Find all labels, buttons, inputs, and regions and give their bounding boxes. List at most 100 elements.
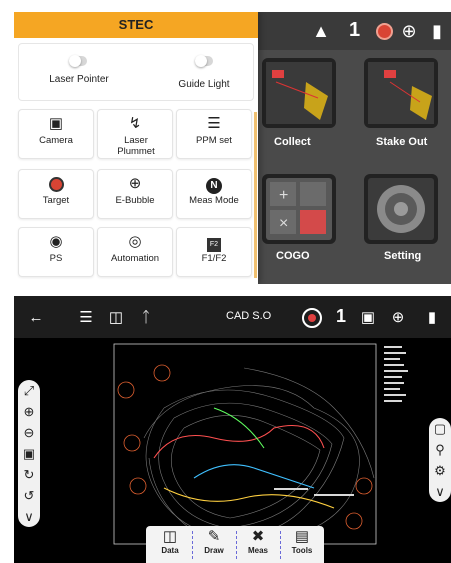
e-bubble-label: E-Bubble bbox=[115, 195, 155, 206]
meas-mode-icon: N bbox=[177, 175, 251, 194]
ppm-set-label: PPM set bbox=[196, 135, 232, 146]
target-icon bbox=[19, 175, 93, 193]
guide-light-label: Guide Light bbox=[178, 79, 230, 90]
toggle-row: Laser Pointer Guide Light bbox=[18, 43, 254, 101]
ps-button[interactable]: ◉ PS bbox=[18, 227, 94, 277]
callout-circles bbox=[117, 364, 373, 530]
stake-out-label: Stake Out bbox=[376, 136, 428, 148]
divider bbox=[236, 531, 237, 559]
automation-icon: ◎ bbox=[128, 233, 142, 250]
target-button[interactable]: Target bbox=[18, 169, 94, 219]
gear-icon bbox=[377, 185, 425, 233]
rotate-icon[interactable]: ↻ bbox=[18, 464, 40, 485]
draw-button[interactable]: ✎ Draw bbox=[194, 526, 234, 563]
instrument-icon[interactable]: ▣ bbox=[358, 308, 378, 328]
laser-plummet-button[interactable]: ↯ Laser Plummet bbox=[97, 109, 173, 159]
automation-label: Automation bbox=[110, 253, 160, 264]
draw-icon: ✎ bbox=[207, 528, 221, 545]
instrument-icon[interactable]: ▲ bbox=[310, 20, 332, 42]
svg-text:×: × bbox=[279, 215, 288, 232]
camera-icon: ▣ bbox=[48, 115, 64, 132]
calculator-icon: + × bbox=[270, 182, 326, 234]
point-count: 1 bbox=[336, 306, 347, 326]
svg-text:+: + bbox=[279, 187, 288, 204]
database-icon[interactable]: ◫ bbox=[106, 308, 126, 328]
meas-button[interactable]: ✖ Meas bbox=[238, 526, 278, 563]
automation-button[interactable]: ◎ Automation bbox=[97, 227, 173, 277]
zoom-out-icon[interactable]: ⊖ bbox=[18, 422, 40, 443]
face-switch-icon: F2 bbox=[177, 233, 251, 252]
status-bar: ← ☰ ◫ ᛏ CAD S.O 1 ▣ ⊕ ▮ bbox=[14, 296, 451, 338]
database-icon: ◫ bbox=[162, 528, 178, 545]
drawing-border bbox=[113, 343, 377, 545]
ps-label: PS bbox=[49, 253, 63, 264]
divider bbox=[280, 531, 281, 559]
collect-label: Collect bbox=[274, 136, 311, 148]
guide-light-toggle[interactable] bbox=[195, 55, 213, 67]
bottom-toolbar: ◫ Data ✎ Draw ✖ Meas ▤ Tools bbox=[146, 526, 324, 563]
zoom-in-icon[interactable]: ⊕ bbox=[18, 401, 40, 422]
top-screen: ▲ 1 ⊕ ▮ Collect Stake Out + × COGO Setti… bbox=[14, 12, 451, 284]
zoom-window-icon[interactable]: ▣ bbox=[18, 443, 40, 464]
camera-button[interactable]: ▣ Camera bbox=[18, 109, 94, 159]
sliders-icon: ☰ bbox=[207, 115, 221, 132]
tools-button[interactable]: ▤ Tools bbox=[282, 526, 322, 563]
data-button[interactable]: ◫ Data bbox=[150, 526, 190, 563]
target-label: Target bbox=[42, 195, 70, 206]
stec-panel: STEC Laser Pointer Guide Light ▣ Camera … bbox=[14, 12, 258, 284]
e-bubble-button[interactable]: ⊕ E-Bubble bbox=[97, 169, 173, 219]
setting-label: Setting bbox=[384, 250, 422, 262]
panel-title: STEC bbox=[14, 12, 258, 38]
tools-label: Tools bbox=[291, 546, 313, 555]
setting-tile[interactable] bbox=[364, 174, 438, 244]
compass-icon[interactable]: ⊕ bbox=[398, 20, 420, 42]
draw-label: Draw bbox=[204, 546, 224, 555]
stake-out-icon bbox=[368, 62, 434, 124]
crosshair-icon: ⊕ bbox=[128, 175, 142, 192]
battery-icon: ▮ bbox=[432, 21, 442, 41]
left-toolbar: ⤢ ⊕ ⊖ ▣ ↻ ↺ ∨ bbox=[18, 380, 40, 527]
road-lines bbox=[153, 407, 335, 509]
f1-f2-label: F1/F2 bbox=[201, 253, 227, 264]
collapse-icon[interactable]: ∨ bbox=[18, 506, 40, 527]
right-toolbar: ▢ ⚲ ⚙ ∨ bbox=[429, 418, 451, 502]
target-icon[interactable] bbox=[376, 23, 393, 40]
collapse-icon[interactable]: ∨ bbox=[429, 481, 451, 502]
cogo-label: COGO bbox=[276, 250, 310, 262]
scrollbar[interactable] bbox=[254, 112, 257, 278]
screen-title: CAD S.O bbox=[226, 310, 272, 322]
settings-icon[interactable]: ⚙ bbox=[429, 460, 451, 481]
laser-plummet-label: Laser Plummet bbox=[117, 135, 155, 157]
meas-label: Meas bbox=[247, 546, 268, 555]
bluetooth-icon[interactable]: ᛏ bbox=[136, 308, 156, 328]
laser-pointer-label: Laser Pointer bbox=[49, 74, 109, 85]
compass-icon[interactable]: ⊕ bbox=[388, 308, 408, 328]
camera-label: Camera bbox=[39, 135, 73, 146]
layer-list-icon[interactable]: ☰ bbox=[76, 308, 96, 328]
laser-plummet-icon: ↯ bbox=[128, 115, 142, 132]
f1-f2-button[interactable]: F2 F1/F2 bbox=[176, 227, 252, 277]
back-arrow-icon[interactable]: ← bbox=[26, 308, 46, 328]
select-icon[interactable]: ▢ bbox=[429, 418, 451, 439]
collect-icon bbox=[266, 62, 332, 124]
cogo-tile[interactable]: + × bbox=[262, 174, 336, 244]
zoom-extents-icon[interactable]: ⤢ bbox=[18, 380, 40, 401]
target-icon[interactable] bbox=[302, 308, 322, 328]
contour-lines bbox=[143, 367, 375, 539]
location-icon[interactable]: ⚲ bbox=[429, 439, 451, 460]
bottom-screen: ← ☰ ◫ ᛏ CAD S.O 1 ▣ ⊕ ▮ ⤢ ⊕ ⊖ ▣ ↻ ↺ ∨ ▢ … bbox=[14, 296, 451, 563]
point-count: 1 bbox=[349, 19, 361, 41]
binoculars-icon: ◉ bbox=[49, 233, 63, 250]
meas-mode-label: Meas Mode bbox=[189, 195, 239, 206]
meas-mode-button[interactable]: N Meas Mode bbox=[176, 169, 252, 219]
collect-tile[interactable] bbox=[262, 58, 336, 128]
stake-out-tile[interactable] bbox=[364, 58, 438, 128]
laser-pointer-toggle[interactable] bbox=[69, 55, 87, 67]
data-label: Data bbox=[161, 546, 179, 555]
ppm-set-button[interactable]: ☰ PPM set bbox=[176, 109, 252, 159]
measure-icon: ✖ bbox=[251, 528, 265, 545]
battery-icon: ▮ bbox=[427, 309, 437, 326]
toolbox-icon: ▤ bbox=[294, 528, 310, 545]
divider bbox=[192, 531, 193, 559]
refresh-icon[interactable]: ↺ bbox=[18, 485, 40, 506]
